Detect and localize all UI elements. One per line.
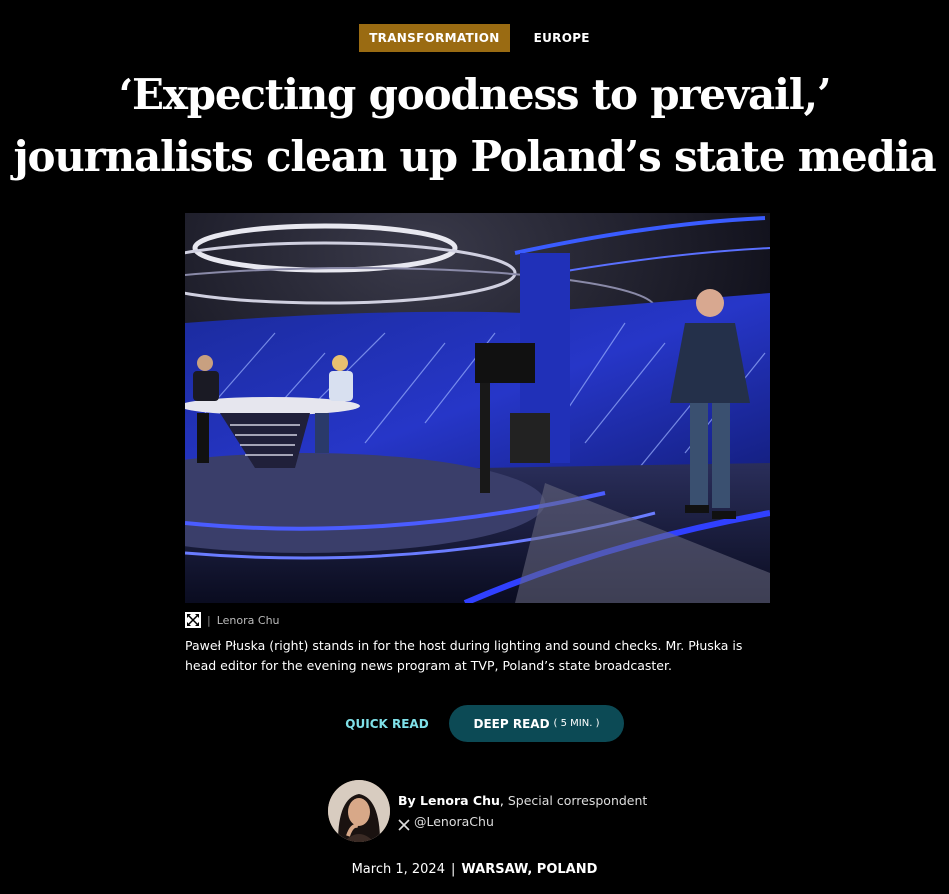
- expand-icon[interactable]: [185, 612, 201, 628]
- byline-text: By Lenora Chu, Special correspondent @Le…: [398, 790, 647, 832]
- dateline: March 1, 2024 | WARSAW, POLAND: [0, 862, 949, 877]
- photo-credit-row: | Lenora Chu: [185, 612, 280, 628]
- headline-line-2: journalists clean up Poland’s state medi…: [13, 132, 937, 181]
- dateline-place: WARSAW, POLAND: [461, 862, 598, 877]
- social-handle-row[interactable]: @LenoraChu: [398, 811, 647, 832]
- photo-credit: Lenora Chu: [216, 613, 280, 627]
- headline-line-1: ‘Expecting goodness to prevail,’: [118, 70, 832, 119]
- author-avatar[interactable]: [328, 780, 390, 842]
- article-photo: [185, 213, 770, 603]
- tag-transformation[interactable]: TRANSFORMATION: [359, 24, 510, 52]
- author-role: Special correspondent: [507, 793, 648, 808]
- credit-separator: |: [207, 613, 211, 627]
- deep-read-label: DEEP READ: [473, 716, 550, 731]
- byline: By Lenora Chu, Special correspondent @Le…: [328, 780, 647, 842]
- quick-read-button[interactable]: QUICK READ: [325, 716, 449, 732]
- tv-studio-image: [185, 213, 770, 603]
- dateline-separator: |: [450, 862, 456, 877]
- author-line: By Lenora Chu, Special correspondent: [398, 790, 647, 811]
- article-headline: ‘Expecting goodness to prevail,’ journal…: [0, 64, 949, 188]
- read-toggle: QUICK READ DEEP READ ( 5 MIN. ): [0, 705, 949, 742]
- author-handle-link[interactable]: @LenoraChu: [414, 811, 494, 832]
- author-name-link[interactable]: By Lenora Chu: [398, 793, 500, 808]
- tag-europe[interactable]: EUROPE: [534, 31, 590, 45]
- photo-caption: Paweł Płuska (right) stands in for the h…: [185, 638, 743, 673]
- deep-read-duration: ( 5 MIN. ): [553, 718, 600, 729]
- deep-read-button[interactable]: DEEP READ ( 5 MIN. ): [449, 705, 624, 742]
- x-icon: [398, 816, 410, 831]
- author-comma: ,: [499, 793, 508, 808]
- publish-date: March 1, 2024: [351, 862, 445, 877]
- article-tags: TRANSFORMATION EUROPE: [0, 24, 949, 52]
